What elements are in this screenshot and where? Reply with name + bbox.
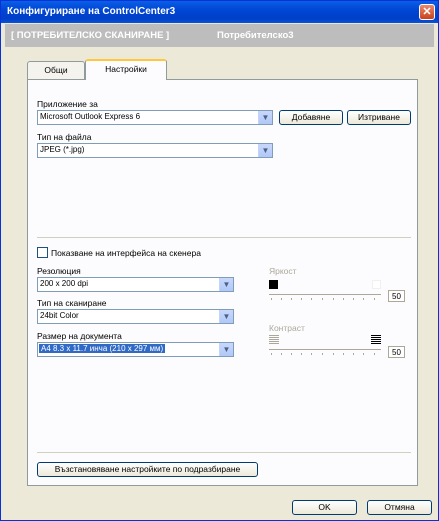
- scan-type-value: 24bit Color: [40, 311, 79, 320]
- slider-tick: [374, 353, 375, 355]
- brightness-slider[interactable]: [269, 294, 381, 295]
- scan-type-select[interactable]: 24bit Color ▼: [37, 309, 234, 324]
- application-value: Microsoft Outlook Express 6: [40, 112, 141, 121]
- restore-defaults-button[interactable]: Възстановяване настройките по подразбира…: [37, 462, 258, 477]
- chevron-down-icon[interactable]: ▼: [219, 343, 233, 356]
- brightness-label: Яркост: [269, 266, 297, 276]
- scan-type-label: Тип на сканиране: [37, 298, 107, 308]
- resolution-value: 200 x 200 dpi: [40, 279, 89, 288]
- scanner-interface-checkbox[interactable]: [37, 247, 48, 258]
- slider-tick: [311, 298, 312, 300]
- brightness-value: 50: [388, 290, 405, 302]
- divider: [37, 452, 411, 453]
- slider-tick: [311, 353, 312, 355]
- ok-button[interactable]: OK: [292, 500, 357, 515]
- contrast-label: Контраст: [269, 323, 305, 333]
- application-select[interactable]: Microsoft Outlook Express 6 ▼: [37, 110, 273, 125]
- slider-tick: [363, 353, 364, 355]
- chevron-down-icon[interactable]: ▼: [258, 144, 272, 157]
- file-type-value: JPEG (*.jpg): [40, 145, 85, 154]
- application-label: Приложение за: [37, 99, 98, 109]
- contrast-value: 50: [388, 346, 405, 358]
- slider-tick: [353, 353, 354, 355]
- slider-tick: [291, 298, 292, 300]
- document-size-value: A4 8.3 x 11.7 инча (210 x 297 мм): [39, 344, 166, 353]
- remove-button[interactable]: Изтриване: [347, 110, 411, 125]
- slider-tick: [333, 298, 334, 300]
- slider-tick: [291, 353, 292, 355]
- settings-panel: Приложение за Microsoft Outlook Express …: [27, 79, 418, 486]
- chevron-down-icon[interactable]: ▼: [258, 111, 272, 124]
- section-label: [ ПОТРЕБИТЕЛСКО СКАНИРАНЕ ]: [11, 30, 170, 41]
- slider-tick: [301, 298, 302, 300]
- slider-tick: [322, 353, 323, 355]
- document-size-label: Размер на документа: [37, 331, 122, 341]
- slider-tick: [333, 353, 334, 355]
- document-size-select[interactable]: A4 8.3 x 11.7 инча (210 x 297 мм) ▼: [37, 342, 234, 357]
- file-type-select[interactable]: JPEG (*.jpg) ▼: [37, 143, 273, 158]
- dialog-window: Конфигуриране на ControlCenter3 ✕ [ ПОТР…: [0, 0, 439, 521]
- divider: [37, 237, 411, 238]
- tab-settings[interactable]: Настройки: [85, 59, 167, 80]
- section-name: Потребителско3: [217, 30, 294, 41]
- slider-tick: [363, 298, 364, 300]
- slider-tick: [374, 298, 375, 300]
- scanner-interface-label: Показване на интерфейса на скенера: [51, 248, 201, 258]
- close-icon[interactable]: ✕: [419, 4, 435, 20]
- low-contrast-icon: [269, 335, 279, 344]
- tab-general[interactable]: Общи: [27, 61, 85, 79]
- slider-tick: [353, 298, 354, 300]
- slider-tick: [343, 298, 344, 300]
- slider-tick: [271, 298, 272, 300]
- high-contrast-icon: [371, 335, 381, 344]
- slider-tick: [281, 298, 282, 300]
- slider-tick: [322, 298, 323, 300]
- title-bar[interactable]: Конфигуриране на ControlCenter3 ✕: [1, 1, 438, 23]
- chevron-down-icon[interactable]: ▼: [219, 310, 233, 323]
- dark-square-icon: [269, 280, 278, 289]
- resolution-select[interactable]: 200 x 200 dpi ▼: [37, 277, 234, 292]
- light-square-icon: [372, 280, 381, 289]
- slider-tick: [301, 353, 302, 355]
- slider-tick: [271, 353, 272, 355]
- section-header: [ ПОТРЕБИТЕЛСКО СКАНИРАНЕ ] Потребителск…: [5, 24, 434, 47]
- resolution-label: Резолюция: [37, 266, 81, 276]
- contrast-slider[interactable]: [269, 349, 381, 350]
- slider-tick: [281, 353, 282, 355]
- chevron-down-icon[interactable]: ▼: [219, 278, 233, 291]
- window-title: Конфигуриране на ControlCenter3: [7, 6, 176, 17]
- cancel-button[interactable]: Отмяна: [367, 500, 432, 515]
- slider-tick: [343, 353, 344, 355]
- file-type-label: Тип на файла: [37, 132, 92, 142]
- add-button[interactable]: Добавяне: [279, 110, 343, 125]
